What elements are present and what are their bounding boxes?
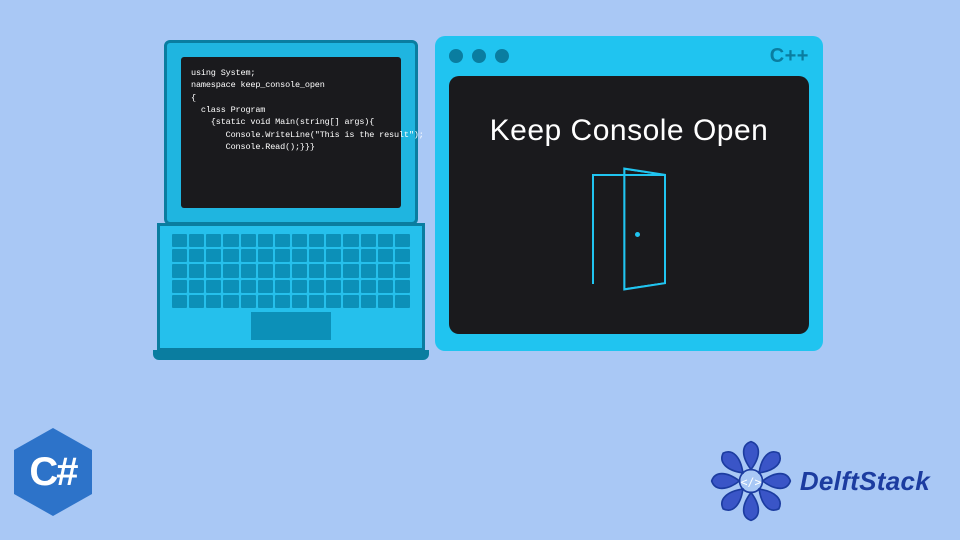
laptop-edge xyxy=(153,350,429,360)
code-line: Console.WriteLine("This is the result"); xyxy=(191,129,391,141)
mandala-icon: </> xyxy=(710,440,792,522)
window-control-dot xyxy=(449,49,463,63)
delftstack-logo: </> DelftStack xyxy=(710,440,930,522)
console-title: Keep Console Open xyxy=(490,114,769,148)
code-line: namespace keep_console_open xyxy=(191,79,391,91)
laptop-base xyxy=(157,223,425,351)
csharp-badge: C# xyxy=(14,428,92,516)
hexagon-icon: C# xyxy=(14,428,92,516)
svg-text:</>: </> xyxy=(740,475,761,489)
window-titlebar: C++ xyxy=(435,36,823,76)
laptop-keyboard xyxy=(172,234,410,308)
language-label: C++ xyxy=(770,45,809,68)
window-control-dot xyxy=(495,49,509,63)
code-line: Console.Read();}}} xyxy=(191,141,391,153)
code-line: class Program xyxy=(191,104,391,116)
laptop-trackpad xyxy=(251,312,331,340)
laptop-illustration: using System; namespace keep_console_ope… xyxy=(157,40,425,380)
door-icon xyxy=(592,174,666,284)
code-line: using System; xyxy=(191,67,391,79)
console-window: C++ Keep Console Open xyxy=(435,36,823,351)
laptop-screen: using System; namespace keep_console_ope… xyxy=(181,57,401,208)
code-line: { xyxy=(191,92,391,104)
console-body: Keep Console Open xyxy=(449,76,809,334)
csharp-text: C# xyxy=(29,450,76,495)
window-control-dot xyxy=(472,49,486,63)
laptop-lid: using System; namespace keep_console_ope… xyxy=(164,40,418,225)
code-line: {static void Main(string[] args){ xyxy=(191,116,391,128)
brand-text: DelftStack xyxy=(800,466,930,497)
